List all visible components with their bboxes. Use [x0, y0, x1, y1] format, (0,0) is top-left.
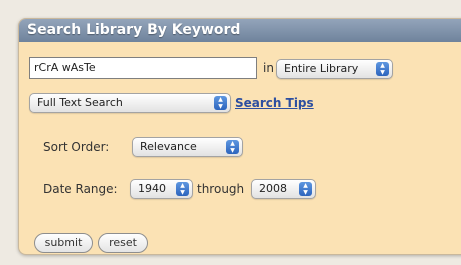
updown-arrows-icon: ▲ ▼ — [214, 96, 227, 110]
sort-order-label: Sort Order: — [43, 140, 110, 154]
scope-select-value: Entire Library — [284, 62, 359, 75]
search-type-select[interactable]: Full Text Search ▲ ▼ — [29, 93, 231, 113]
sort-order-select-value: Relevance — [140, 140, 197, 153]
search-panel: Search Library By Keyword rCrA wAsTe in … — [18, 18, 461, 255]
submit-button[interactable]: submit — [34, 233, 93, 253]
updown-arrows-icon: ▲ ▼ — [299, 182, 312, 196]
reset-button[interactable]: reset — [98, 233, 148, 253]
date-from-select-value: 1940 — [138, 182, 166, 195]
sort-order-select[interactable]: Relevance ▲ ▼ — [132, 137, 243, 157]
panel-title: Search Library By Keyword — [19, 19, 461, 42]
date-range-label: Date Range: — [43, 182, 118, 196]
date-to-select[interactable]: 2008 ▲ ▼ — [251, 179, 316, 199]
date-to-select-value: 2008 — [259, 182, 287, 195]
keyword-search-input[interactable]: rCrA wAsTe — [29, 57, 257, 79]
in-label: in — [263, 61, 274, 75]
scope-select[interactable]: Entire Library ▲ ▼ — [276, 59, 393, 79]
search-type-select-value: Full Text Search — [37, 96, 123, 109]
updown-arrows-icon: ▲ ▼ — [376, 62, 389, 76]
search-tips-link[interactable]: Search Tips — [235, 96, 314, 110]
through-label: through — [197, 182, 245, 196]
updown-arrows-icon: ▲ ▼ — [226, 140, 239, 154]
updown-arrows-icon: ▲ ▼ — [176, 182, 189, 196]
date-from-select[interactable]: 1940 ▲ ▼ — [130, 179, 193, 199]
